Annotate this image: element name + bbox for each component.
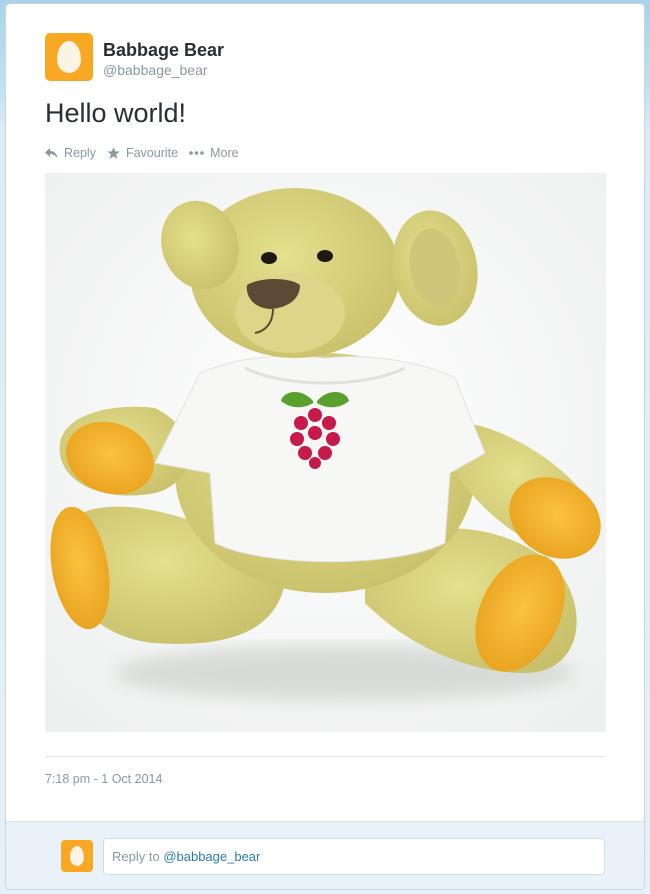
tweet-actions: Reply Favourite More <box>45 146 250 160</box>
author-avatar[interactable] <box>45 33 93 81</box>
more-dots-icon <box>189 151 204 155</box>
reply-input[interactable]: Reply to @babbage_bear <box>103 838 605 875</box>
more-button[interactable]: More <box>189 146 239 160</box>
reply-mention: @babbage_bear <box>163 849 261 864</box>
reply-avatar <box>61 840 93 872</box>
egg-avatar-icon <box>70 846 84 866</box>
teddy-bear-photo <box>45 173 606 732</box>
egg-avatar-icon <box>57 41 81 73</box>
tweet-card: Babbage Bear @babbage_bear Hello world! … <box>5 3 645 890</box>
reply-icon <box>45 147 58 158</box>
tweet-photo[interactable] <box>45 173 606 732</box>
reply-button[interactable]: Reply <box>45 146 96 160</box>
divider <box>45 756 606 757</box>
more-label: More <box>210 146 239 160</box>
reply-prefix: Reply to <box>112 849 164 864</box>
author-handle[interactable]: @babbage_bear <box>103 62 208 78</box>
favourite-label: Favourite <box>125 146 179 160</box>
tweet-timestamp[interactable]: 7:18 pm - 1 Oct 2014 <box>45 772 162 786</box>
tweet-text: Hello world! <box>45 98 187 128</box>
reply-bar: Reply to @babbage_bear <box>6 821 644 889</box>
author-name[interactable]: Babbage Bear <box>103 40 224 61</box>
favourite-button[interactable]: Favourite <box>107 146 178 160</box>
star-icon <box>107 147 120 159</box>
reply-label: Reply <box>64 146 96 160</box>
